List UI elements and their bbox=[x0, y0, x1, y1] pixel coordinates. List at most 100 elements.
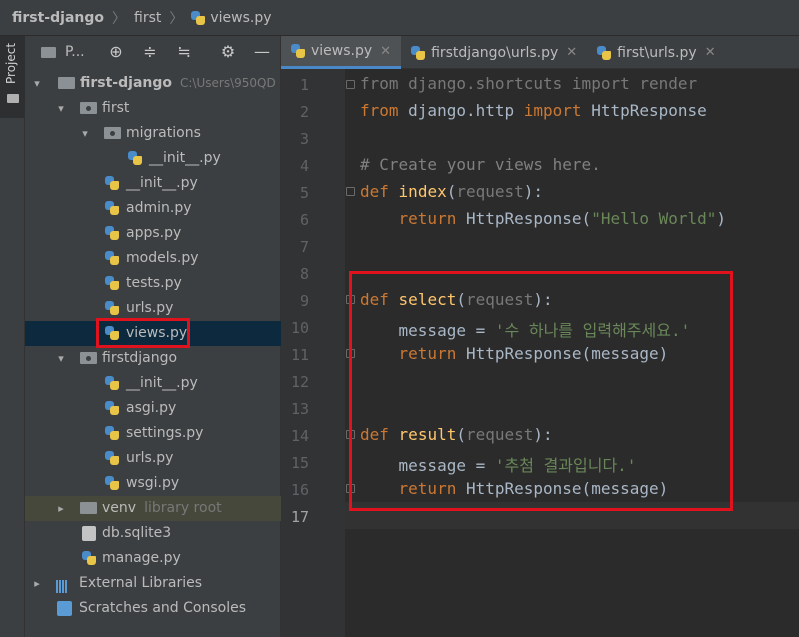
tree-item-apps[interactable]: apps.py bbox=[25, 221, 281, 246]
line-number: 8 bbox=[299, 265, 309, 283]
settings-icon[interactable]: ⚙ bbox=[219, 43, 237, 61]
breadcrumb-folder[interactable]: first bbox=[134, 10, 161, 26]
scratches-icon bbox=[57, 601, 72, 616]
chevron-down-icon[interactable]: ▾ bbox=[55, 346, 67, 371]
tree-label: wsgi.py bbox=[126, 475, 180, 491]
tree-item-firstdjango[interactable]: ▾ firstdjango bbox=[25, 346, 281, 371]
tree-item-models[interactable]: models.py bbox=[25, 246, 281, 271]
breadcrumb: first-django 〉 first 〉 views.py bbox=[0, 0, 799, 36]
tree-label-migrations: migrations bbox=[126, 125, 201, 141]
tree-root-path: C:\Users\950QD bbox=[180, 76, 276, 90]
tree-label: apps.py bbox=[126, 225, 182, 241]
python-file-icon bbox=[105, 176, 119, 190]
package-folder-icon bbox=[104, 127, 121, 139]
chevron-down-icon[interactable]: ▾ bbox=[55, 96, 67, 121]
tree-item-external-libraries[interactable]: ▸ External Libraries bbox=[25, 571, 281, 596]
tree-label: tests.py bbox=[126, 275, 182, 291]
line-number: 15 bbox=[290, 454, 309, 472]
folder-icon bbox=[7, 94, 19, 103]
tree-item-scratches[interactable]: Scratches and Consoles bbox=[25, 596, 281, 621]
folder-icon bbox=[58, 77, 75, 89]
chevron-down-icon[interactable]: ▾ bbox=[79, 121, 91, 146]
tree-item-settings[interactable]: settings.py bbox=[25, 421, 281, 446]
line-number: 13 bbox=[290, 400, 309, 418]
python-file-icon bbox=[105, 401, 119, 415]
tree-item-fd-init[interactable]: __init__.py bbox=[25, 371, 281, 396]
folder-icon bbox=[41, 47, 56, 58]
python-file-icon bbox=[105, 426, 119, 440]
tab-first-urls[interactable]: first\urls.py ✕ bbox=[587, 36, 725, 69]
close-icon[interactable]: ✕ bbox=[705, 45, 716, 60]
locate-icon[interactable]: ⊕ bbox=[107, 43, 125, 61]
project-panel-title[interactable]: P... bbox=[65, 44, 85, 60]
tool-window-strip: Project bbox=[0, 36, 25, 637]
breadcrumb-file[interactable]: views.py bbox=[210, 10, 271, 26]
collapse-all-icon[interactable]: ≒ bbox=[175, 43, 193, 61]
line-number: 10 bbox=[290, 319, 309, 337]
line-number: 3 bbox=[299, 130, 309, 148]
tree-label-firstdjango: firstdjango bbox=[102, 350, 178, 366]
tree-item-admin[interactable]: admin.py bbox=[25, 196, 281, 221]
hide-icon[interactable]: — bbox=[253, 43, 271, 61]
tree-label: External Libraries bbox=[79, 575, 202, 591]
tree-label-venv: venv bbox=[102, 500, 137, 516]
tree-label: admin.py bbox=[126, 200, 192, 216]
tree-label: __init__.py bbox=[149, 150, 221, 166]
file-icon bbox=[82, 526, 96, 541]
breadcrumb-project[interactable]: first-django bbox=[12, 10, 104, 26]
python-file-icon bbox=[411, 45, 426, 60]
python-file-icon bbox=[82, 551, 96, 565]
close-icon[interactable]: ✕ bbox=[566, 45, 577, 60]
tree-label-first: first bbox=[102, 100, 130, 116]
tree-label: __init__.py bbox=[126, 175, 198, 191]
chevron-right-icon[interactable]: ▸ bbox=[31, 571, 43, 596]
python-file-icon bbox=[105, 226, 119, 240]
project-panel-toolbar: P... ⊕ ≑ ≒ ⚙ — bbox=[25, 36, 280, 68]
tree-item-fd-urls[interactable]: urls.py bbox=[25, 446, 281, 471]
tree-item-init[interactable]: __init__.py bbox=[25, 171, 281, 196]
python-file-icon bbox=[105, 376, 119, 390]
tree-item-migrations[interactable]: ▾ migrations bbox=[25, 121, 281, 146]
tree-label: db.sqlite3 bbox=[102, 525, 172, 541]
tab-views[interactable]: views.py ✕ bbox=[281, 36, 402, 69]
python-file-icon bbox=[105, 301, 119, 315]
tab-firstdjango-urls[interactable]: firstdjango\urls.py ✕ bbox=[401, 36, 587, 69]
tree-item-first[interactable]: ▾ first bbox=[25, 96, 281, 121]
tree-label: settings.py bbox=[126, 425, 204, 441]
line-number: 5 bbox=[299, 184, 309, 202]
chevron-right-icon[interactable]: ▸ bbox=[55, 496, 67, 521]
line-number: 14 bbox=[290, 427, 309, 445]
tree-item-db[interactable]: db.sqlite3 bbox=[25, 521, 281, 546]
python-file-icon bbox=[597, 45, 612, 60]
tree-item-asgi[interactable]: asgi.py bbox=[25, 396, 281, 421]
python-file-icon bbox=[105, 476, 119, 490]
python-file-icon bbox=[105, 451, 119, 465]
tree-item-manage[interactable]: manage.py bbox=[25, 546, 281, 571]
library-icon bbox=[56, 577, 73, 593]
line-number: 2 bbox=[299, 103, 309, 121]
close-icon[interactable]: ✕ bbox=[380, 44, 391, 59]
code-line-4: # Create your views here. bbox=[360, 155, 601, 174]
tab-label: views.py bbox=[311, 43, 373, 59]
chevron-down-icon[interactable]: ▾ bbox=[31, 71, 43, 96]
python-file-icon bbox=[191, 10, 206, 25]
line-number: 12 bbox=[290, 373, 309, 391]
tree-item-venv[interactable]: ▸ venv library root bbox=[25, 496, 281, 521]
expand-all-icon[interactable]: ≑ bbox=[141, 43, 159, 61]
tree-item-root[interactable]: ▾ first-django C:\Users\950QD bbox=[25, 71, 281, 96]
tree-item-wsgi[interactable]: wsgi.py bbox=[25, 471, 281, 496]
tree-item-migrations-init[interactable]: __init__.py bbox=[25, 146, 281, 171]
tree-label: Scratches and Consoles bbox=[79, 600, 246, 616]
code-line-5: def index(request): bbox=[360, 182, 544, 201]
fold-marker-icon[interactable] bbox=[346, 187, 355, 196]
line-number: 1 bbox=[299, 76, 309, 94]
tree-item-tests[interactable]: tests.py bbox=[25, 271, 281, 296]
line-number: 6 bbox=[299, 211, 309, 229]
project-tool-tab[interactable]: Project bbox=[0, 36, 25, 118]
project-tool-label: Project bbox=[4, 42, 18, 84]
folder-icon bbox=[80, 502, 97, 514]
tree-label-root: first-django bbox=[80, 75, 172, 91]
tree-label: asgi.py bbox=[126, 400, 177, 416]
fold-marker-icon[interactable] bbox=[346, 80, 355, 89]
tree-label: urls.py bbox=[126, 450, 174, 466]
